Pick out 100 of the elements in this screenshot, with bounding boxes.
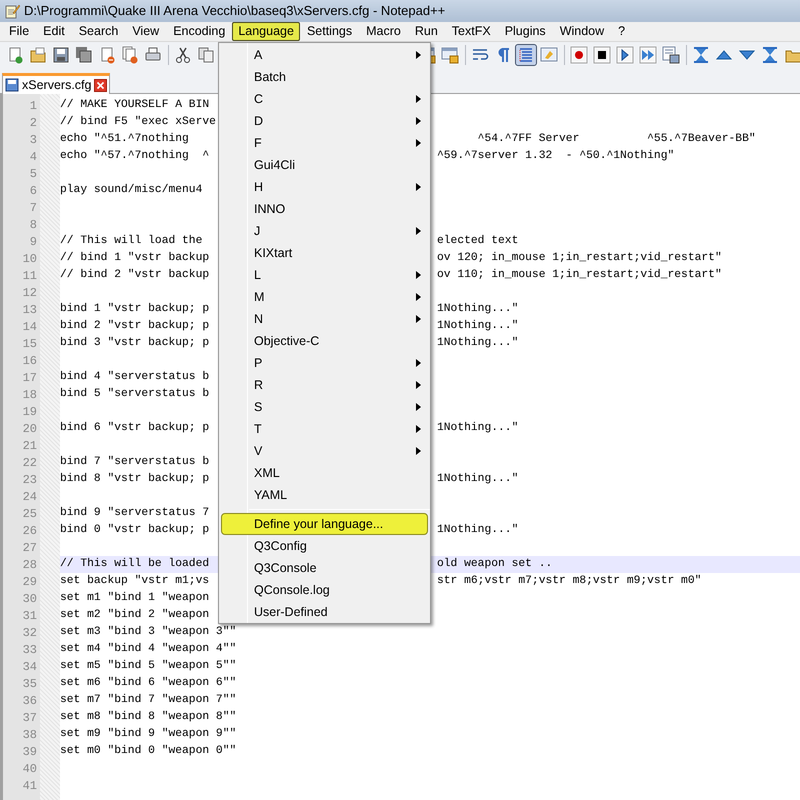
file-tab[interactable]: xServers.cfg	[2, 73, 110, 94]
line-number: 6	[28, 182, 37, 200]
language-menu-item[interactable]: Batch	[221, 66, 428, 88]
save-all-icon	[75, 46, 93, 64]
code-text: str m6;vstr m7;vstr m8;vstr m9;vstr m0"	[437, 574, 702, 590]
line-number: 23	[22, 472, 37, 488]
line-number: 22	[22, 454, 37, 472]
language-menu-item[interactable]: User-Defined	[221, 601, 428, 623]
language-menu-item[interactable]: L	[221, 264, 428, 286]
language-menu-item[interactable]: H	[221, 176, 428, 198]
menu-item[interactable]: Edit	[36, 22, 72, 41]
menu-item[interactable]: Window	[552, 22, 612, 41]
language-menu-item[interactable]: INNO	[221, 198, 428, 220]
close-all-icon	[121, 46, 139, 64]
language-menu-item[interactable]: T	[221, 418, 428, 440]
language-menu-item[interactable]: D	[221, 110, 428, 132]
line-number: 9	[28, 234, 37, 250]
language-menu-item[interactable]: Q3Console	[221, 557, 428, 579]
language-menu-item[interactable]: C	[221, 88, 428, 110]
code-text: play sound/misc/menu4	[60, 182, 202, 198]
line-number: 15	[22, 336, 37, 352]
code-text: // This will load the	[60, 234, 202, 250]
line-number: 38	[22, 726, 37, 744]
sync-scroll-up-icon	[692, 46, 710, 64]
line-number: 40	[22, 760, 37, 778]
close-icon[interactable]	[94, 78, 108, 92]
code-text: // This will be loaded	[60, 556, 210, 572]
line-number: 1	[28, 98, 37, 114]
play-icon	[616, 46, 634, 64]
fast-forward-button[interactable]	[637, 44, 659, 66]
folder-icon	[29, 46, 47, 64]
code-text: bind 9 "serverstatus 7	[60, 506, 210, 522]
line-number: 30	[22, 590, 37, 608]
code-text: 1Nothing..."	[437, 420, 518, 436]
code-text: ^59.^7server 1.32 - ^50.^1Nothing"	[437, 148, 674, 164]
language-menu-item[interactable]: XML	[221, 462, 428, 484]
line-number: 2	[28, 114, 37, 132]
menu-item[interactable]: Encoding	[166, 22, 232, 41]
menu-item[interactable]: View	[125, 22, 166, 41]
stop-button[interactable]	[591, 44, 613, 66]
menu-item[interactable]: Search	[72, 22, 126, 41]
notepad-icon	[4, 3, 20, 19]
language-menu-item[interactable]: M	[221, 286, 428, 308]
code-text: bind 2 "vstr backup; p	[60, 318, 210, 334]
code-text: bind 0 "vstr backup; p	[60, 522, 210, 538]
stop-icon	[593, 46, 611, 64]
menu-item[interactable]: Settings	[300, 22, 360, 41]
menu-item[interactable]: ?	[611, 22, 632, 41]
code-text: set m3 "bind 3 "weapon 3""	[60, 624, 236, 640]
line-number: 17	[22, 370, 37, 386]
code-text: // bind 2 "vstr backup	[60, 268, 210, 284]
language-menu-item[interactable]: QConsole.log	[221, 579, 428, 601]
indent-guide-button[interactable]	[515, 44, 537, 66]
language-menu-item[interactable]: J	[221, 220, 428, 242]
language-menu-item[interactable]: V	[221, 440, 428, 462]
code-text: ^54.^7FF Server ^55.^7Beaver-BB"	[476, 132, 756, 148]
record-button[interactable]	[568, 44, 590, 66]
code-text: bind 3 "vstr backup; p	[60, 336, 210, 352]
language-menu-item[interactable]: F	[221, 132, 428, 154]
code-text: set m8 "bind 8 "weapon 8""	[60, 710, 236, 726]
menu-item[interactable]: Macro	[359, 22, 408, 41]
copy-icon	[197, 46, 215, 64]
language-menu-item[interactable]: N	[221, 308, 428, 330]
save-icon	[52, 46, 70, 64]
language-menu-item[interactable]: KIXtart	[221, 242, 428, 264]
language-menu-item[interactable]: P	[221, 352, 428, 374]
menu-item[interactable]: Run	[408, 22, 445, 41]
menu-item[interactable]: Plugins	[498, 22, 553, 41]
code-text: set m7 "bind 7 "weapon 7""	[60, 692, 236, 708]
line-number: 35	[22, 676, 37, 692]
menu-item[interactable]: TextFX	[444, 22, 498, 41]
line-number: 3	[28, 132, 37, 148]
line-number: 16	[22, 352, 37, 370]
save-icon	[5, 78, 19, 92]
line-number: 32	[22, 624, 37, 642]
play-button[interactable]	[614, 44, 636, 66]
language-menu-item[interactable]: S	[221, 396, 428, 418]
language-menu-item[interactable]: Gui4Cli	[221, 154, 428, 176]
line-number: 24	[22, 488, 37, 506]
line-number: 25	[22, 506, 37, 522]
tab-label: xServers.cfg	[22, 76, 92, 94]
scissors-icon	[174, 46, 192, 64]
line-number: 39	[22, 744, 37, 760]
code-text: // bind 1 "vstr backup	[60, 250, 210, 266]
code-text: 1Nothing..."	[437, 318, 518, 334]
menu-item[interactable]: File	[2, 22, 36, 41]
language-menu-item[interactable]: Q3Config	[221, 535, 428, 557]
line-number: 5	[28, 166, 37, 182]
menu-item[interactable]: Language	[232, 22, 300, 41]
code-text: ov 110; in_mouse 1;in_restart;vid_restart"	[437, 268, 722, 284]
language-menu-item[interactable]: YAML	[221, 484, 428, 506]
language-menu-item[interactable]: R	[221, 374, 428, 396]
indent-guide-icon	[517, 46, 535, 64]
record-icon	[570, 46, 588, 64]
language-menu-item[interactable]: Define your language...	[221, 513, 428, 535]
line-number: 36	[22, 692, 37, 710]
language-menu-item[interactable]: Objective-C	[221, 330, 428, 352]
code-text: set m0 "bind 0 "weapon 0""	[60, 744, 236, 760]
code-text: bind 7 "serverstatus b	[60, 454, 210, 470]
save-macro-icon	[662, 46, 680, 64]
